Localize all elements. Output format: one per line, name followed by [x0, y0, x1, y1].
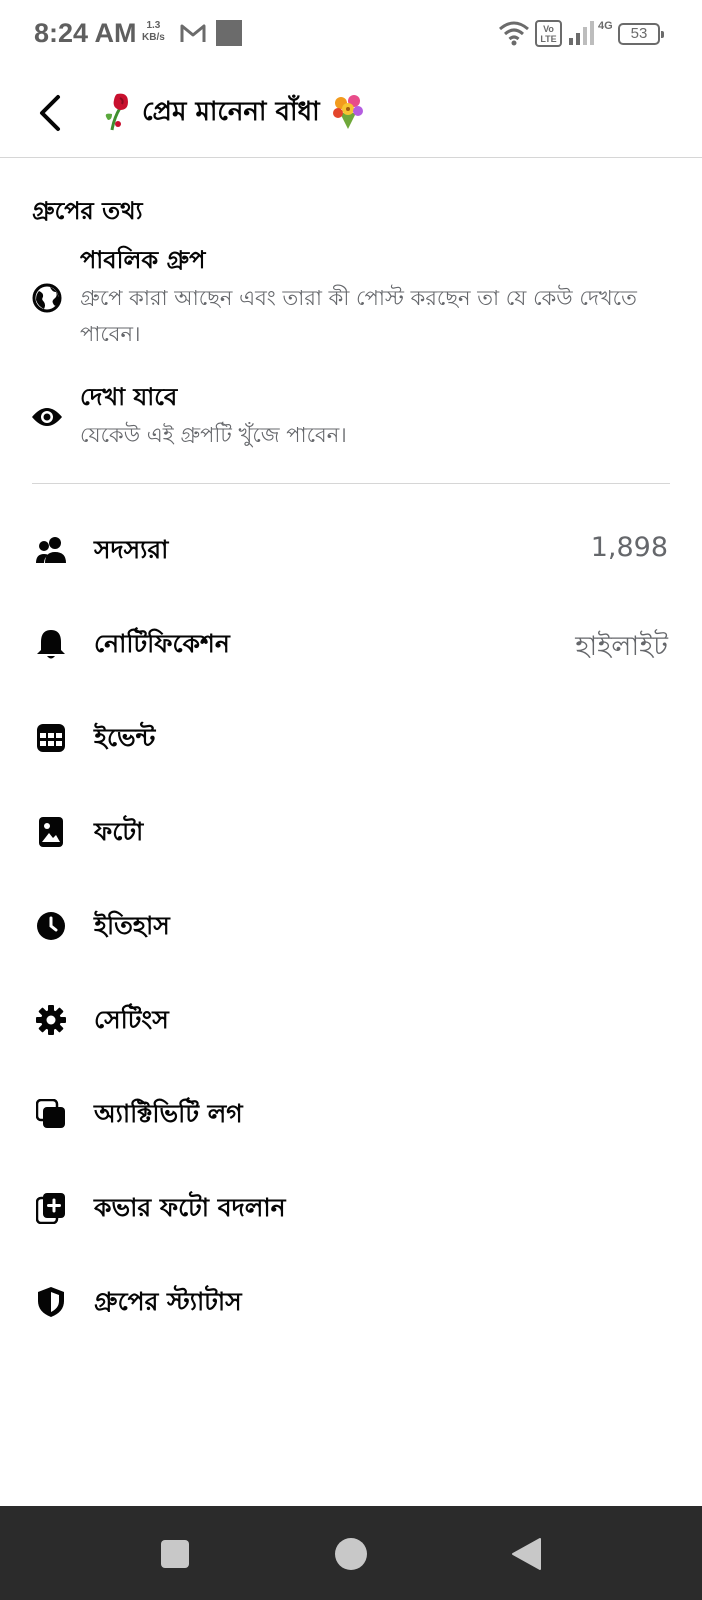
visibility-row: দেখা যাবে যেকেউ এই গ্রুপটি খুঁজে পাবেন।: [0, 377, 702, 453]
recents-button[interactable]: [155, 1534, 195, 1574]
status-time: 8:24 AM: [34, 18, 137, 48]
group-title-text: প্রেম মানেনা বাঁধা: [142, 97, 320, 127]
globe-icon: [31, 282, 63, 314]
privacy-description: গ্রুপে কারা আছেন এবং তারা কী পোস্ট করছেন…: [80, 286, 637, 346]
visibility-description: যেকেউ এই গ্রুপটি খুঁজে পাবেন।: [80, 423, 347, 447]
activity-log-icon: [34, 1097, 68, 1131]
gear-icon: [34, 1003, 68, 1037]
system-navigation-bar: [0, 1506, 702, 1600]
network-speed-unit: KB/s: [142, 32, 165, 43]
signal-icon: [568, 18, 596, 50]
privacy-row: পাবলিক গ্রুপ গ্রুপে কারা আছেন এবং তারা ক…: [0, 240, 702, 352]
members-label: সদস্যরা: [94, 535, 169, 564]
back-button[interactable]: [28, 88, 72, 138]
network-speed-value: 1.3: [146, 20, 161, 31]
section-divider: [32, 483, 670, 484]
group-status-label: গ্রুপের স্ট্যাটাস: [94, 1287, 242, 1316]
menu-item-notifications[interactable]: নোটিফিকেশন হাইলাইট: [0, 596, 702, 690]
group-title: প্রেম মানেনা বাঁধা: [98, 90, 368, 136]
history-label: ইতিহাস: [94, 911, 170, 940]
network-speed: 1.3 KB/s: [142, 20, 165, 44]
back-triangle-icon: [512, 1538, 541, 1570]
recents-square-icon: [161, 1540, 189, 1568]
network-type: 4G: [598, 20, 613, 32]
notifications-value: হাইলাইট: [575, 631, 668, 662]
home-circle-icon: [335, 1538, 367, 1570]
shield-icon: [34, 1285, 68, 1319]
change-cover-label: কভার ফটো বদলান: [94, 1193, 286, 1222]
visibility-title: দেখা যাবে: [80, 383, 178, 411]
status-bar: 8:24 AM 1.3 KB/s Vo LTE 4G 53: [0, 0, 702, 68]
menu-item-settings[interactable]: সেটিংস: [0, 972, 702, 1066]
bouquet-icon: [328, 91, 368, 135]
bell-icon: [34, 627, 68, 661]
members-icon: [34, 533, 68, 567]
menu-item-events[interactable]: ইভেন্ট: [0, 690, 702, 784]
menu-item-members[interactable]: সদস্যরা 1,898: [0, 502, 702, 596]
calendar-icon: [34, 721, 68, 755]
notification-square-icon: [216, 20, 242, 46]
gmail-icon: [180, 22, 206, 48]
privacy-title: পাবলিক গ্রুপ: [80, 246, 206, 274]
back-arrow-icon: [40, 95, 60, 131]
wifi-icon: [498, 20, 530, 50]
menu-item-group-status[interactable]: গ্রুপের স্ট্যাটাস: [0, 1254, 702, 1348]
notifications-label: নোটিফিকেশন: [94, 629, 230, 658]
volte-icon: Vo LTE: [535, 20, 562, 47]
eye-icon: [31, 401, 63, 433]
photo-icon: [34, 815, 68, 849]
add-photo-icon: [34, 1191, 68, 1225]
members-count: 1,898: [590, 532, 668, 563]
photos-label: ফটো: [94, 817, 144, 846]
wilted-rose-icon: [98, 90, 134, 136]
settings-label: সেটিংস: [94, 1005, 169, 1034]
battery-icon: 53: [618, 23, 664, 45]
home-button[interactable]: [331, 1534, 371, 1574]
activity-log-label: অ্যাক্টিভিটি লগ: [94, 1099, 243, 1128]
menu-item-change-cover[interactable]: কভার ফটো বদলান: [0, 1160, 702, 1254]
group-info-heading: গ্রুপের তথ্য: [32, 197, 143, 225]
events-label: ইভেন্ট: [94, 723, 156, 752]
menu-item-photos[interactable]: ফটো: [0, 784, 702, 878]
clock-icon: [34, 909, 68, 943]
menu-item-history[interactable]: ইতিহাস: [0, 878, 702, 972]
app-header: প্রেম মানেনা বাঁধা: [0, 68, 702, 158]
menu-item-activity-log[interactable]: অ্যাক্টিভিটি লগ: [0, 1066, 702, 1160]
back-nav-button[interactable]: [506, 1534, 546, 1574]
